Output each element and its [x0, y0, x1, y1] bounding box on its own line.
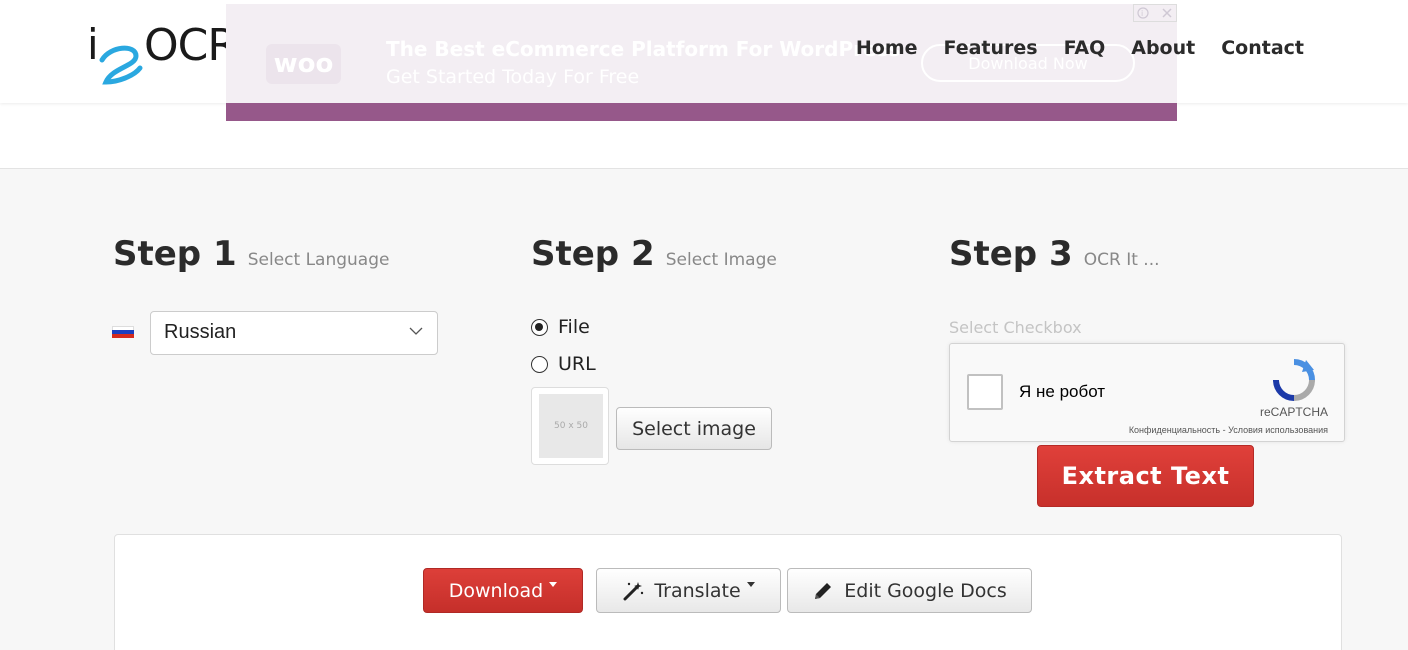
recaptcha-links[interactable]: Конфиденциальность - Условия использован… — [1129, 425, 1328, 435]
logo-text: OCR — [144, 20, 238, 71]
recaptcha-checkbox[interactable] — [967, 374, 1003, 410]
step2-heading: Step 2 Select Image — [531, 234, 777, 274]
nav-features[interactable]: Features — [944, 37, 1038, 59]
radio-url-option[interactable]: URL — [531, 353, 596, 375]
step1-heading: Step 1 Select Language — [113, 234, 389, 274]
step3-subtitle: OCR It ... — [1083, 250, 1160, 270]
thumbnail-placeholder: 50 x 50 — [539, 394, 603, 458]
radio-file[interactable] — [531, 318, 548, 336]
nav-about[interactable]: About — [1131, 37, 1195, 59]
translate-label: Translate — [654, 579, 741, 602]
nav-faq[interactable]: FAQ — [1064, 37, 1106, 59]
download-label: Download — [448, 579, 544, 602]
step2-subtitle: Select Image — [665, 250, 777, 270]
select-image-button[interactable]: Select image — [616, 407, 772, 450]
radio-file-option[interactable]: File — [531, 316, 590, 338]
download-button[interactable]: Download — [423, 568, 583, 613]
nav-contact[interactable]: Contact — [1221, 37, 1304, 59]
ad-banner[interactable]: woo The Best eCommerce Platform For Word… — [226, 4, 1177, 121]
translate-button[interactable]: Translate — [596, 568, 781, 613]
step1-subtitle: Select Language — [247, 250, 390, 270]
edit-google-docs-label: Edit Google Docs — [844, 579, 1007, 602]
adchoices-icon[interactable]: i — [1133, 4, 1177, 22]
woo-logo: woo — [266, 44, 341, 84]
edit-google-docs-button[interactable]: Edit Google Docs — [787, 568, 1032, 613]
step1-title: Step 1 — [113, 234, 237, 274]
caret-down-icon — [549, 582, 558, 587]
step2-title: Step 2 — [531, 234, 655, 274]
ad-accent-bar — [226, 103, 1177, 121]
nav-home[interactable]: Home — [856, 37, 918, 59]
ad-title: The Best eCommerce Platform For WordPres… — [386, 37, 901, 61]
extract-text-button[interactable]: Extract Text — [1037, 445, 1254, 507]
radio-file-label: File — [558, 316, 590, 338]
language-select[interactable]: Russian — [150, 311, 438, 355]
recaptcha-brand: reCAPTCHA — [1259, 405, 1328, 419]
ad-subtitle: Get Started Today For Free — [386, 66, 640, 88]
radio-url[interactable] — [531, 355, 548, 373]
section-divider — [0, 168, 1408, 169]
step3-heading: Step 3 OCR It ... — [949, 234, 1160, 274]
language-select-value: Russian — [164, 321, 237, 343]
i2ocr-logo-icon — [99, 45, 143, 85]
magic-wand-icon — [623, 581, 644, 600]
svg-text:i: i — [1141, 9, 1143, 18]
pencil-icon — [815, 582, 832, 599]
recaptcha-label: Я не робот — [1019, 382, 1106, 401]
recaptcha-icon — [1273, 359, 1315, 401]
recaptcha-widget: Я не робот reCAPTCHA Конфиденциальность … — [949, 343, 1345, 442]
caret-down-icon — [746, 582, 755, 587]
image-thumbnail: 50 x 50 — [531, 387, 609, 465]
russia-flag-icon — [112, 326, 134, 338]
chevron-down-icon — [409, 327, 423, 335]
main-nav: Home Features FAQ About Contact — [856, 37, 1304, 59]
radio-url-label: URL — [558, 353, 596, 375]
select-checkbox-label: Select Checkbox — [949, 318, 1082, 337]
step3-title: Step 3 — [949, 234, 1073, 274]
